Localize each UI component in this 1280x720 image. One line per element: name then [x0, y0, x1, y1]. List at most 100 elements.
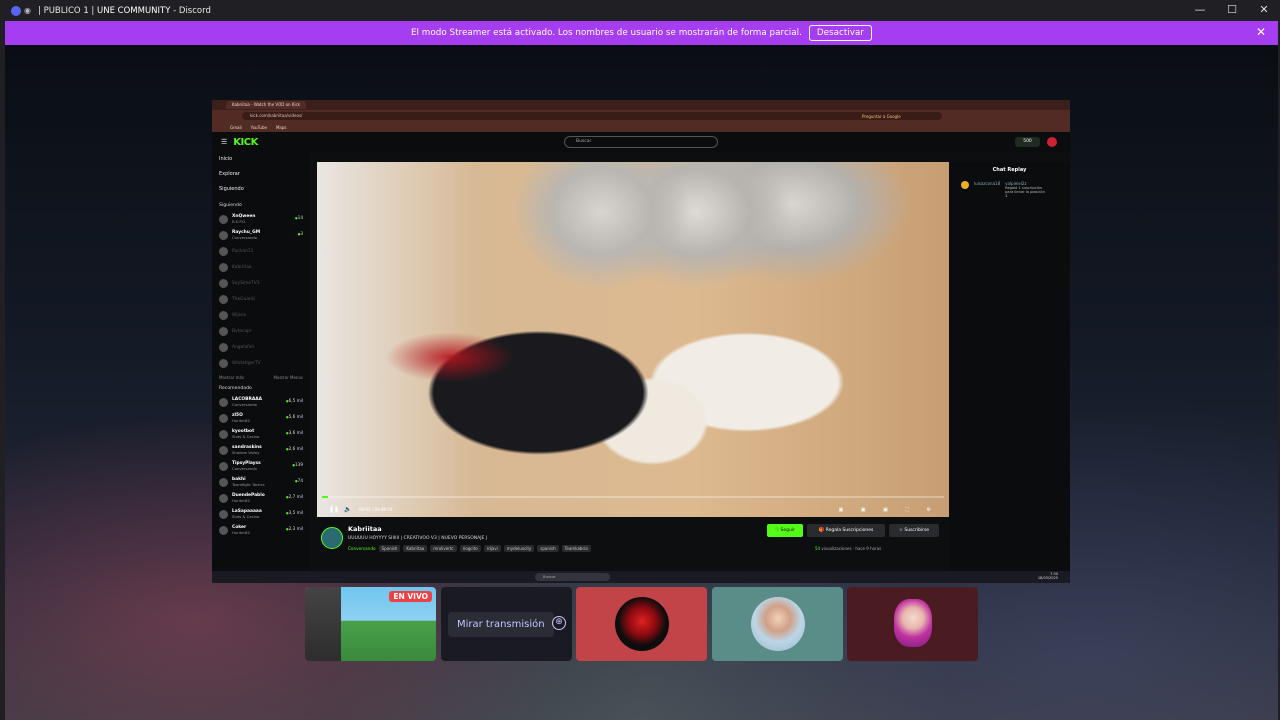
viewer-count: 5,6 mil [286, 414, 303, 419]
live-stream-tile[interactable]: EN VIVO [305, 587, 436, 661]
stream-tag[interactable]: mrolivertc [430, 545, 457, 552]
window-controls: — ☐ ✕ [1184, 0, 1280, 21]
participant-tile-3[interactable] [847, 587, 978, 661]
recommended-channel[interactable]: LaSapaaaaaSlots & Casino3,5 mil [219, 506, 309, 522]
stream-tag[interactable]: rdjavi [483, 545, 501, 552]
seek-bar[interactable] [322, 496, 944, 498]
nav-siguiendo[interactable]: Siguiendo [219, 182, 309, 197]
show-less-link[interactable]: Mostrar Menos [273, 375, 303, 380]
following-list: XnQweenR.E.P.O.14Raychu_GMConversando3 Pa… [219, 211, 309, 371]
address-bar[interactable]: kick.com/kabriitaa/videos/ [242, 112, 942, 120]
recommended-channel[interactable]: zl5OHunter825,6 mil [219, 410, 309, 426]
pause-icon[interactable]: ❚❚ [329, 506, 339, 513]
kick-header: ☰ KICK Buscar 500 [212, 132, 1070, 152]
close-window-button[interactable]: ✕ [1248, 0, 1280, 21]
chat-message: luisazcona18 valpieiel2z Regaló 1 suscri… [961, 181, 1070, 198]
stream-tag[interactable]: riogcito [459, 545, 481, 552]
following-channel[interactable]: Pachan11 [219, 243, 309, 259]
channel-category: Conversando [232, 466, 257, 471]
disable-streamer-mode-button[interactable]: Desactivar [808, 25, 872, 41]
video-time: 00:02 / 03:48:59 [359, 507, 393, 512]
points-badge[interactable]: 500 [1015, 137, 1040, 147]
channel-name: Pachan11 [232, 248, 254, 254]
stream-tag[interactable]: spanish [537, 545, 559, 552]
recommended-channel[interactable]: bakhiTeamfight Tactics74 [219, 474, 309, 490]
bookmark-maps[interactable]: Maps [276, 125, 287, 130]
voice-channel-stage: Kabriitaa - Watch the VOD on Kick kick.c… [5, 45, 1278, 720]
bookmarks-bar: Gmail YouTube Maps [212, 122, 1070, 132]
following-channel[interactable]: Wijsen [219, 307, 309, 323]
streamer-avatar[interactable] [321, 527, 343, 549]
ask-google-chip[interactable]: Preguntar a Google [862, 114, 901, 119]
window-title: | PUBLICO 1 | UNE COMMUNITY - Discord [38, 5, 211, 16]
channel-avatar [219, 358, 228, 368]
shared-screen[interactable]: Kabriitaa - Watch the VOD on Kick kick.c… [212, 100, 1070, 583]
kick-sidebar: Inicio Explorar Siguiendo Siguiendo XnQw… [212, 152, 309, 572]
participant-tile-1[interactable] [576, 587, 707, 661]
following-channel[interactable]: WhitetigerTV [219, 355, 309, 371]
channel-avatar [219, 310, 228, 320]
bookmark-youtube[interactable]: YouTube [251, 125, 267, 130]
volume-icon[interactable]: 🔈 [344, 506, 351, 513]
recommended-title: Recomendado [219, 386, 252, 391]
chat-user[interactable]: luisazcona18 [974, 181, 1000, 198]
recommended-channel[interactable]: TipsyPlayssConversando139 [219, 458, 309, 474]
following-channel[interactable]: Bytecapr [219, 323, 309, 339]
channel-avatar [219, 278, 228, 288]
viewer-count: 2,7 mil [286, 494, 303, 499]
bookmark-gmail[interactable]: Gmail [230, 125, 242, 130]
browser-tab[interactable]: Kabriitaa - Watch the VOD on Kick [226, 101, 306, 109]
channel-category: Hunter82 [232, 530, 250, 535]
channel-category: Slots & Casino [232, 434, 260, 439]
hamburger-menu-icon[interactable]: ☰ [221, 138, 227, 146]
user-avatar[interactable] [1047, 137, 1057, 147]
live-badge: EN VIVO [389, 591, 432, 602]
recommended-channel[interactable]: CokerHunter822,3 mil [219, 522, 309, 538]
following-channel[interactable]: XnQweenR.E.P.O.14 [219, 211, 309, 227]
player-settings-icons[interactable]: ▣ ▣ ▣ ⛶ ⚙ [838, 507, 939, 513]
nav-explorar[interactable]: Explorar [219, 167, 309, 182]
channel-avatar [219, 262, 228, 272]
watch-stream-button[interactable]: Mirar transmisión [448, 611, 554, 637]
stream-tag[interactable]: Teamkabria [561, 545, 591, 552]
following-channel[interactable]: SoySimeTV3 [219, 275, 309, 291]
following-channel[interactable]: Kabriitaa [219, 259, 309, 275]
watch-together-icon[interactable]: ⊕ [552, 616, 566, 630]
chat-replay-panel: Chat Replay luisazcona18 valpieiel2z Reg… [949, 162, 1070, 572]
recommended-channel[interactable]: sandraskinsShadow Valley2,6 mil [219, 442, 309, 458]
stream-tag[interactable]: Spanish [378, 545, 401, 552]
streamer-name[interactable]: Kabriitaa [348, 525, 382, 533]
kick-search-input[interactable]: Buscar [564, 136, 718, 148]
sub-badge-icon [961, 181, 969, 189]
banner-close-icon[interactable]: ✕ [1256, 25, 1266, 39]
category-link[interactable]: Conversando [348, 546, 376, 551]
recommended-channel[interactable]: LACOBRAAAConversando6,5 mil [219, 394, 309, 410]
participant-avatar-1 [615, 597, 669, 651]
minimize-button[interactable]: — [1184, 0, 1216, 21]
channel-category: Hunter82 [232, 418, 250, 423]
following-title: Siguiendo [219, 203, 242, 208]
participant-tile-2[interactable] [712, 587, 843, 661]
streamer-mode-banner: El modo Streamer está activado. Los nomb… [5, 21, 1278, 45]
video-player[interactable]: ❚❚ 🔈 00:02 / 03:48:59 ▣ ▣ ▣ ⛶ ⚙ [317, 162, 949, 517]
nav-inicio[interactable]: Inicio [219, 152, 309, 167]
following-channel[interactable]: Raychu_GMConversando3 [219, 227, 309, 243]
stream-tag[interactable]: mydeluxcity [503, 545, 535, 552]
kick-logo[interactable]: KICK [233, 137, 258, 148]
recommended-channel[interactable]: DuendePabloHunter822,7 mil [219, 490, 309, 506]
channel-category: Slots & Casino [232, 514, 260, 519]
taskbar-search[interactable]: Buscar [535, 573, 610, 581]
subscribe-button[interactable]: ☆ Suscribirse [889, 524, 939, 537]
maximize-button[interactable]: ☐ [1216, 0, 1248, 21]
channel-category: Hunter82 [232, 498, 250, 503]
recommended-channel[interactable]: kyootbotSlots & Casino3,6 mil [219, 426, 309, 442]
channel-name: Kabriitaa [232, 264, 252, 270]
gift-subs-button[interactable]: 🎁 Regala Suscripciones [807, 524, 885, 537]
show-more-link[interactable]: Mostrar más [219, 375, 244, 380]
channel-category: Shadow Valley [232, 450, 260, 455]
following-channel[interactable]: TheGuardi [219, 291, 309, 307]
follow-button[interactable]: ♡ Seguir [767, 524, 803, 537]
following-channel[interactable]: Angelafell [219, 339, 309, 355]
stream-tag[interactable]: Kabriitaa [403, 545, 428, 552]
channel-category: Conversando [232, 402, 257, 407]
